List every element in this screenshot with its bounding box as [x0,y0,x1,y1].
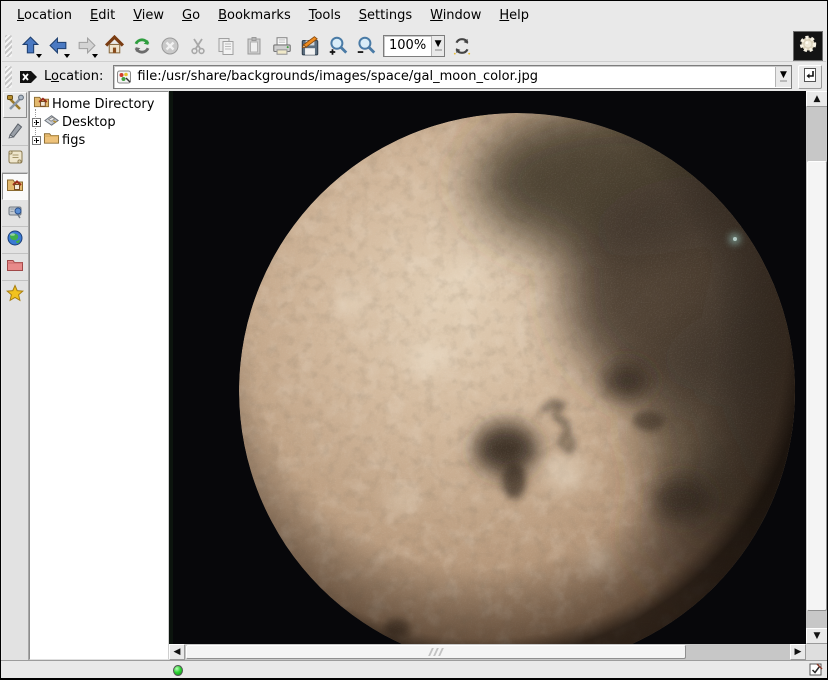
clear-location-button[interactable] [16,65,42,89]
moon-image [169,91,806,644]
tree-item-home-directory[interactable]: Home Directory [30,95,168,113]
sidebar-file-tree: Home Directory Desktop figs [29,91,169,660]
go-button[interactable] [798,65,822,89]
menu-help[interactable]: Help [490,4,538,27]
location-label: Location: [44,69,103,84]
menu-tools[interactable]: Tools [300,4,350,27]
locbar-drag-handle[interactable] [5,66,12,88]
menu-window[interactable]: Window [421,4,490,27]
reload-button[interactable] [128,32,156,60]
location-url-text[interactable]: file:/usr/share/backgrounds/images/space… [132,69,775,84]
scrollbar-corner [806,644,828,660]
cut-scissors-icon [188,36,208,56]
toolbar-drag-handle[interactable] [5,35,12,57]
menu-edit[interactable]: Edit [81,4,124,27]
horizontal-scrollbar-thumb[interactable] [186,645,686,659]
scroll-up-button[interactable]: ▲ [806,91,828,107]
menu-bar: Location Edit View Go Bookmarks Tools Se… [2,1,826,30]
sidebar-tab-config-tools[interactable] [3,92,27,118]
star-icon [6,284,24,306]
paste-icon [244,36,264,56]
tree-item-figs[interactable]: figs [30,131,168,149]
home-icon [104,35,125,56]
menu-go[interactable]: Go [173,4,209,27]
up-button[interactable] [16,32,44,60]
sidebar-tab-annotate-pen[interactable] [2,119,28,146]
gray-pen-icon [6,121,24,143]
horizontal-scrollbar[interactable]: ◀ ▶ [169,644,806,660]
rotate-button[interactable] [448,32,476,60]
zoom-out-button[interactable] [352,32,380,60]
stop-button-disabled [156,32,184,60]
clear-location-icon [19,69,39,85]
menu-location[interactable]: Location [8,4,81,27]
kde-gear-icon [797,33,819,59]
sidebar-tab-bookmarks[interactable] [2,281,28,308]
desktop-icon [43,112,60,132]
image-mime-icon [117,70,132,84]
location-input[interactable]: file:/usr/share/backgrounds/images/space… [113,65,792,89]
tools-icon [6,94,24,116]
home-button[interactable] [100,32,128,60]
vertical-scrollbar[interactable]: ▲ ▼ [806,91,828,644]
copy-button-disabled [212,32,240,60]
copy-icon [216,36,236,56]
menu-bookmarks[interactable]: Bookmarks [209,4,300,27]
kde-throbber[interactable] [793,31,823,61]
vertical-scrollbar-thumb[interactable] [807,161,827,611]
rotate-icon [451,35,473,57]
location-toolbar: Location: file:/usr/share/backgrounds/im… [2,62,826,91]
save-as-button[interactable] [296,32,324,60]
go-enter-icon [802,67,818,87]
cut-button-disabled [184,32,212,60]
figs-expander-plus[interactable] [32,136,41,145]
image-view[interactable] [169,91,806,644]
zoom-combobox-arrow[interactable]: ▼ [431,36,444,56]
back-dropdown-caret[interactable] [64,54,70,58]
sidebar-tabstrip [2,91,29,660]
active-view-led [173,665,183,676]
history-scroll-icon [6,148,24,170]
print-icon [271,35,293,57]
folder-home-icon [6,176,24,198]
stop-icon [160,36,180,56]
floppy-pencil-icon [299,35,321,57]
sidebar-tab-history[interactable] [2,146,28,173]
folder-icon [43,130,60,150]
zoom-level-combobox[interactable]: 100% ▼ [383,35,445,57]
main-toolbar: 100% ▼ [2,30,826,62]
menu-settings[interactable]: Settings [350,4,421,27]
scroll-left-button[interactable]: ◀ [169,644,185,660]
reload-icon [131,35,153,57]
sidebar-tab-home-directory[interactable] [2,173,28,200]
print-button[interactable] [268,32,296,60]
konqueror-window: Location Edit View Go Bookmarks Tools Se… [0,0,828,680]
status-bar [1,660,828,679]
zoom-out-icon [355,35,377,57]
sidebar-tab-print-services[interactable] [2,200,28,227]
red-folder-icon [6,256,24,278]
menu-view[interactable]: View [124,4,173,27]
forward-button-disabled [72,32,100,60]
sidebar-tab-network[interactable] [2,227,28,254]
zoom-in-button[interactable] [324,32,352,60]
globe-icon [6,229,24,251]
forward-dropdown-caret[interactable] [92,54,98,58]
tree-connector-line [35,109,36,141]
services-icon [6,202,24,224]
up-dropdown-caret[interactable] [36,54,42,58]
tree-item-desktop[interactable]: Desktop [30,113,168,131]
zoom-level-value: 100% [384,38,431,53]
html-settings-flag-icon[interactable] [809,661,823,680]
back-button[interactable] [44,32,72,60]
location-combobox-arrow[interactable]: ▼ [775,67,791,87]
scroll-right-button[interactable]: ▶ [790,644,806,660]
desktop-expander-plus[interactable] [32,118,41,127]
paste-button-disabled [240,32,268,60]
sidebar-tab-root-folder[interactable] [2,254,28,281]
scroll-down-button[interactable]: ▼ [806,628,828,644]
zoom-in-icon [327,35,349,57]
